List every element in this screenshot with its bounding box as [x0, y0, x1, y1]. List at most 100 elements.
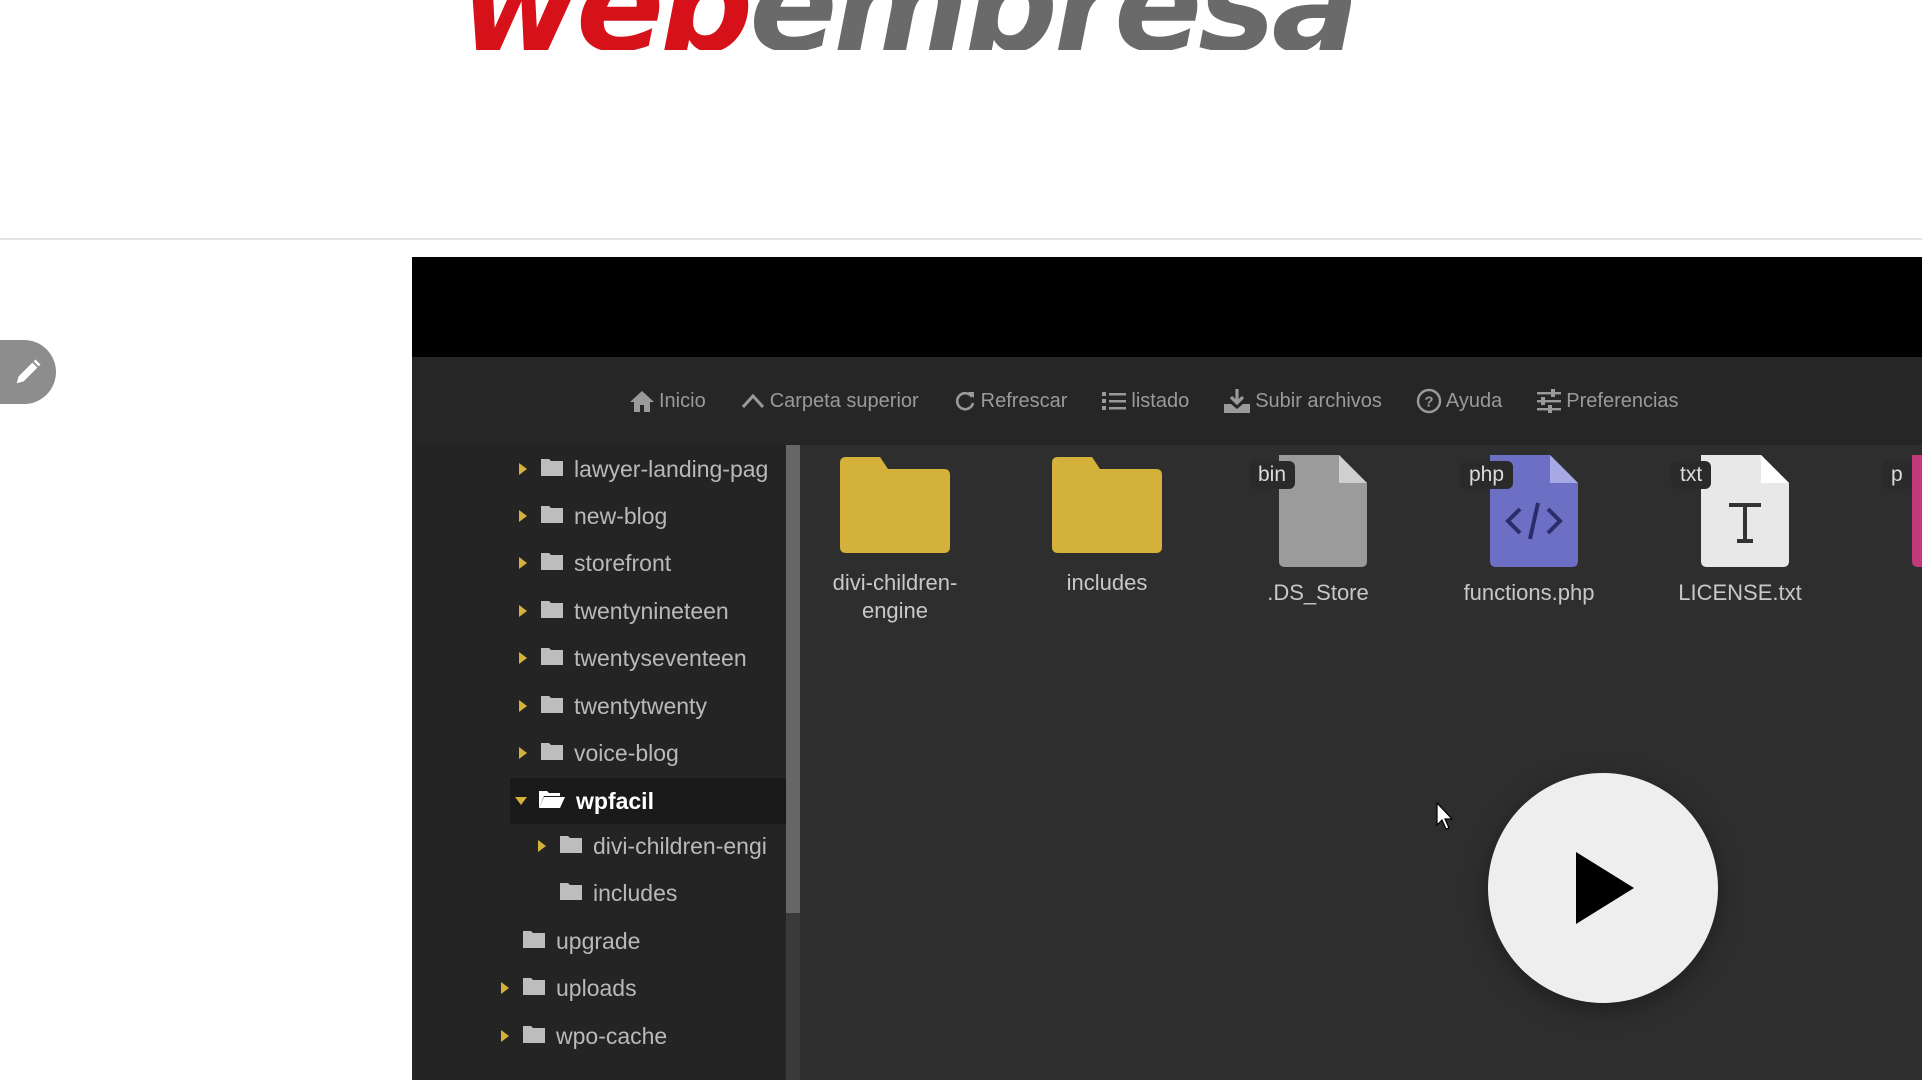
tree-scrollbar-thumb[interactable]: [786, 445, 800, 913]
site-logo[interactable]: webempresa: [460, 0, 1440, 50]
file-label-line1: functions.php: [1463, 580, 1595, 605]
tree-item-label: wpfacil: [576, 787, 654, 814]
file-item-divi-children-engine[interactable]: divi-children- engine: [800, 455, 990, 625]
file-item-license-txt[interactable]: txt LICENSE.txt: [1645, 451, 1835, 607]
folder-icon: [540, 693, 564, 720]
logo-left-text: web: [460, 0, 753, 50]
mouse-cursor-icon: [1436, 801, 1454, 830]
tree-scrollbar[interactable]: [786, 445, 800, 1080]
tree-item-label: storefront: [574, 549, 672, 576]
file-extension-badge: txt: [1671, 461, 1712, 489]
tree-item-twentytwenty[interactable]: twentytwenty: [512, 686, 707, 726]
folder-icon: [559, 833, 583, 860]
file-item-screenshot[interactable]: p scre: [1856, 451, 1922, 607]
file-label-line1: LICENSE.txt: [1678, 580, 1802, 605]
list-icon: [1102, 392, 1127, 410]
file-label-line1: includes: [1066, 570, 1148, 595]
tree-item-label: twentyseventeen: [574, 644, 747, 671]
folder-icon: [540, 598, 564, 625]
play-icon: [1576, 852, 1634, 924]
tree-item-twentynineteen[interactable]: twentynineteen: [512, 591, 729, 631]
tree-item-label: new-blog: [574, 502, 668, 529]
toolbar-parent-folder-button[interactable]: Carpeta superior: [740, 389, 919, 413]
tree-item-new-blog[interactable]: new-blog: [512, 496, 667, 536]
play-button[interactable]: [1488, 773, 1718, 1003]
caret-right-icon[interactable]: [512, 556, 534, 570]
toolbar-parent-folder-label: Carpeta superior: [769, 389, 919, 412]
tree-item-voice-blog[interactable]: voice-blog: [512, 733, 679, 773]
folder-icon: [522, 975, 546, 1002]
file-item-ds-store[interactable]: bin .DS_Store: [1223, 451, 1413, 607]
tree-item-wpo-cache[interactable]: wpo-cache: [494, 1016, 667, 1056]
upload-icon: [1224, 389, 1251, 413]
file-label-line2: engine: [861, 598, 929, 623]
caret-right-icon[interactable]: [512, 604, 534, 618]
caret-right-icon[interactable]: [512, 462, 534, 476]
folder-icon: [540, 740, 564, 767]
toolbar-home-button[interactable]: Inicio: [629, 389, 706, 413]
tree-item-label: wpo-cache: [556, 1022, 668, 1049]
header-divider: [0, 238, 1922, 240]
caret-right-icon[interactable]: [512, 651, 534, 665]
folder-icon: [559, 880, 583, 907]
toolbar-refresh-button[interactable]: Refrescar: [953, 389, 1068, 413]
folder-tree: lawyer-landing-pag new-blog storefront t…: [412, 445, 786, 1080]
folder-icon: [840, 457, 950, 553]
caret-down-icon[interactable]: [510, 796, 532, 806]
home-icon: [630, 391, 654, 412]
folder-icon: [522, 928, 546, 955]
file-label-line1: .DS_Store: [1267, 580, 1369, 605]
page-header: webempresa: [0, 0, 1922, 240]
folder-icon: [540, 645, 564, 672]
tree-item-includes[interactable]: includes: [531, 873, 677, 913]
toolbar-preferences-button[interactable]: Preferencias: [1536, 389, 1679, 413]
file-extension-badge: bin: [1249, 461, 1296, 489]
tree-item-label: twentytwenty: [574, 692, 707, 719]
tree-item-label: uploads: [556, 974, 637, 1001]
toolbar-list-label: listado: [1131, 389, 1190, 412]
sliders-icon: [1537, 389, 1562, 413]
video-player[interactable]: Inicio Carpeta superior Refrescar listad…: [412, 257, 1922, 1080]
caret-right-icon[interactable]: [512, 746, 534, 760]
toolbar-upload-label: Subir archivos: [1255, 389, 1382, 412]
toolbar-upload-button[interactable]: Subir archivos: [1223, 388, 1382, 414]
folder-icon: [540, 550, 564, 577]
file-item-includes[interactable]: includes: [1012, 455, 1202, 597]
pencil-icon: [16, 359, 41, 384]
file-item-functions-php[interactable]: php functions.php: [1434, 451, 1624, 607]
help-icon: ?: [1416, 388, 1442, 414]
toolbar-refresh-label: Refrescar: [980, 389, 1068, 412]
tree-item-lawyer-landing-page[interactable]: lawyer-landing-pag: [512, 449, 768, 489]
caret-right-icon[interactable]: [512, 699, 534, 713]
caret-right-icon[interactable]: [512, 509, 534, 523]
tree-item-divi-children-engine[interactable]: divi-children-engi: [531, 826, 767, 866]
caret-right-icon[interactable]: [494, 1029, 516, 1043]
tree-item-label: includes: [593, 879, 678, 906]
tree-item-label: lawyer-landing-pag: [574, 455, 769, 482]
folder-icon: [1052, 457, 1162, 553]
caret-right-icon[interactable]: [531, 839, 553, 853]
tree-item-label: upgrade: [556, 927, 641, 954]
toolbar-list-button[interactable]: listado: [1101, 390, 1189, 413]
toolbar-preferences-label: Preferencias: [1566, 389, 1679, 412]
toolbar-home-label: Inicio: [659, 389, 706, 412]
tree-item-label: voice-blog: [574, 739, 679, 766]
file-label-line1: divi-children-: [832, 570, 958, 595]
tree-item-twentyseventeen[interactable]: twentyseventeen: [512, 638, 747, 678]
toolbar-help-button[interactable]: ? Ayuda: [1416, 388, 1502, 414]
tree-item-wpfacil[interactable]: wpfacil: [510, 778, 786, 824]
edit-button[interactable]: [0, 340, 56, 404]
file-manager-toolbar: Inicio Carpeta superior Refrescar listad…: [412, 357, 1922, 445]
caret-right-icon[interactable]: [494, 981, 516, 995]
file-extension-badge: php: [1460, 461, 1514, 489]
tree-item-storefront[interactable]: storefront: [512, 543, 671, 583]
tree-item-uploads[interactable]: uploads: [494, 968, 637, 1008]
folder-icon: [522, 1023, 546, 1050]
tree-item-upgrade[interactable]: upgrade: [494, 921, 640, 961]
chevron-up-icon: [741, 393, 764, 409]
folder-open-icon: [538, 788, 566, 815]
tree-item-label: divi-children-engi: [593, 832, 767, 859]
toolbar-help-label: Ayuda: [1445, 389, 1503, 412]
file-extension-badge: p: [1882, 461, 1912, 489]
folder-icon: [540, 503, 564, 530]
